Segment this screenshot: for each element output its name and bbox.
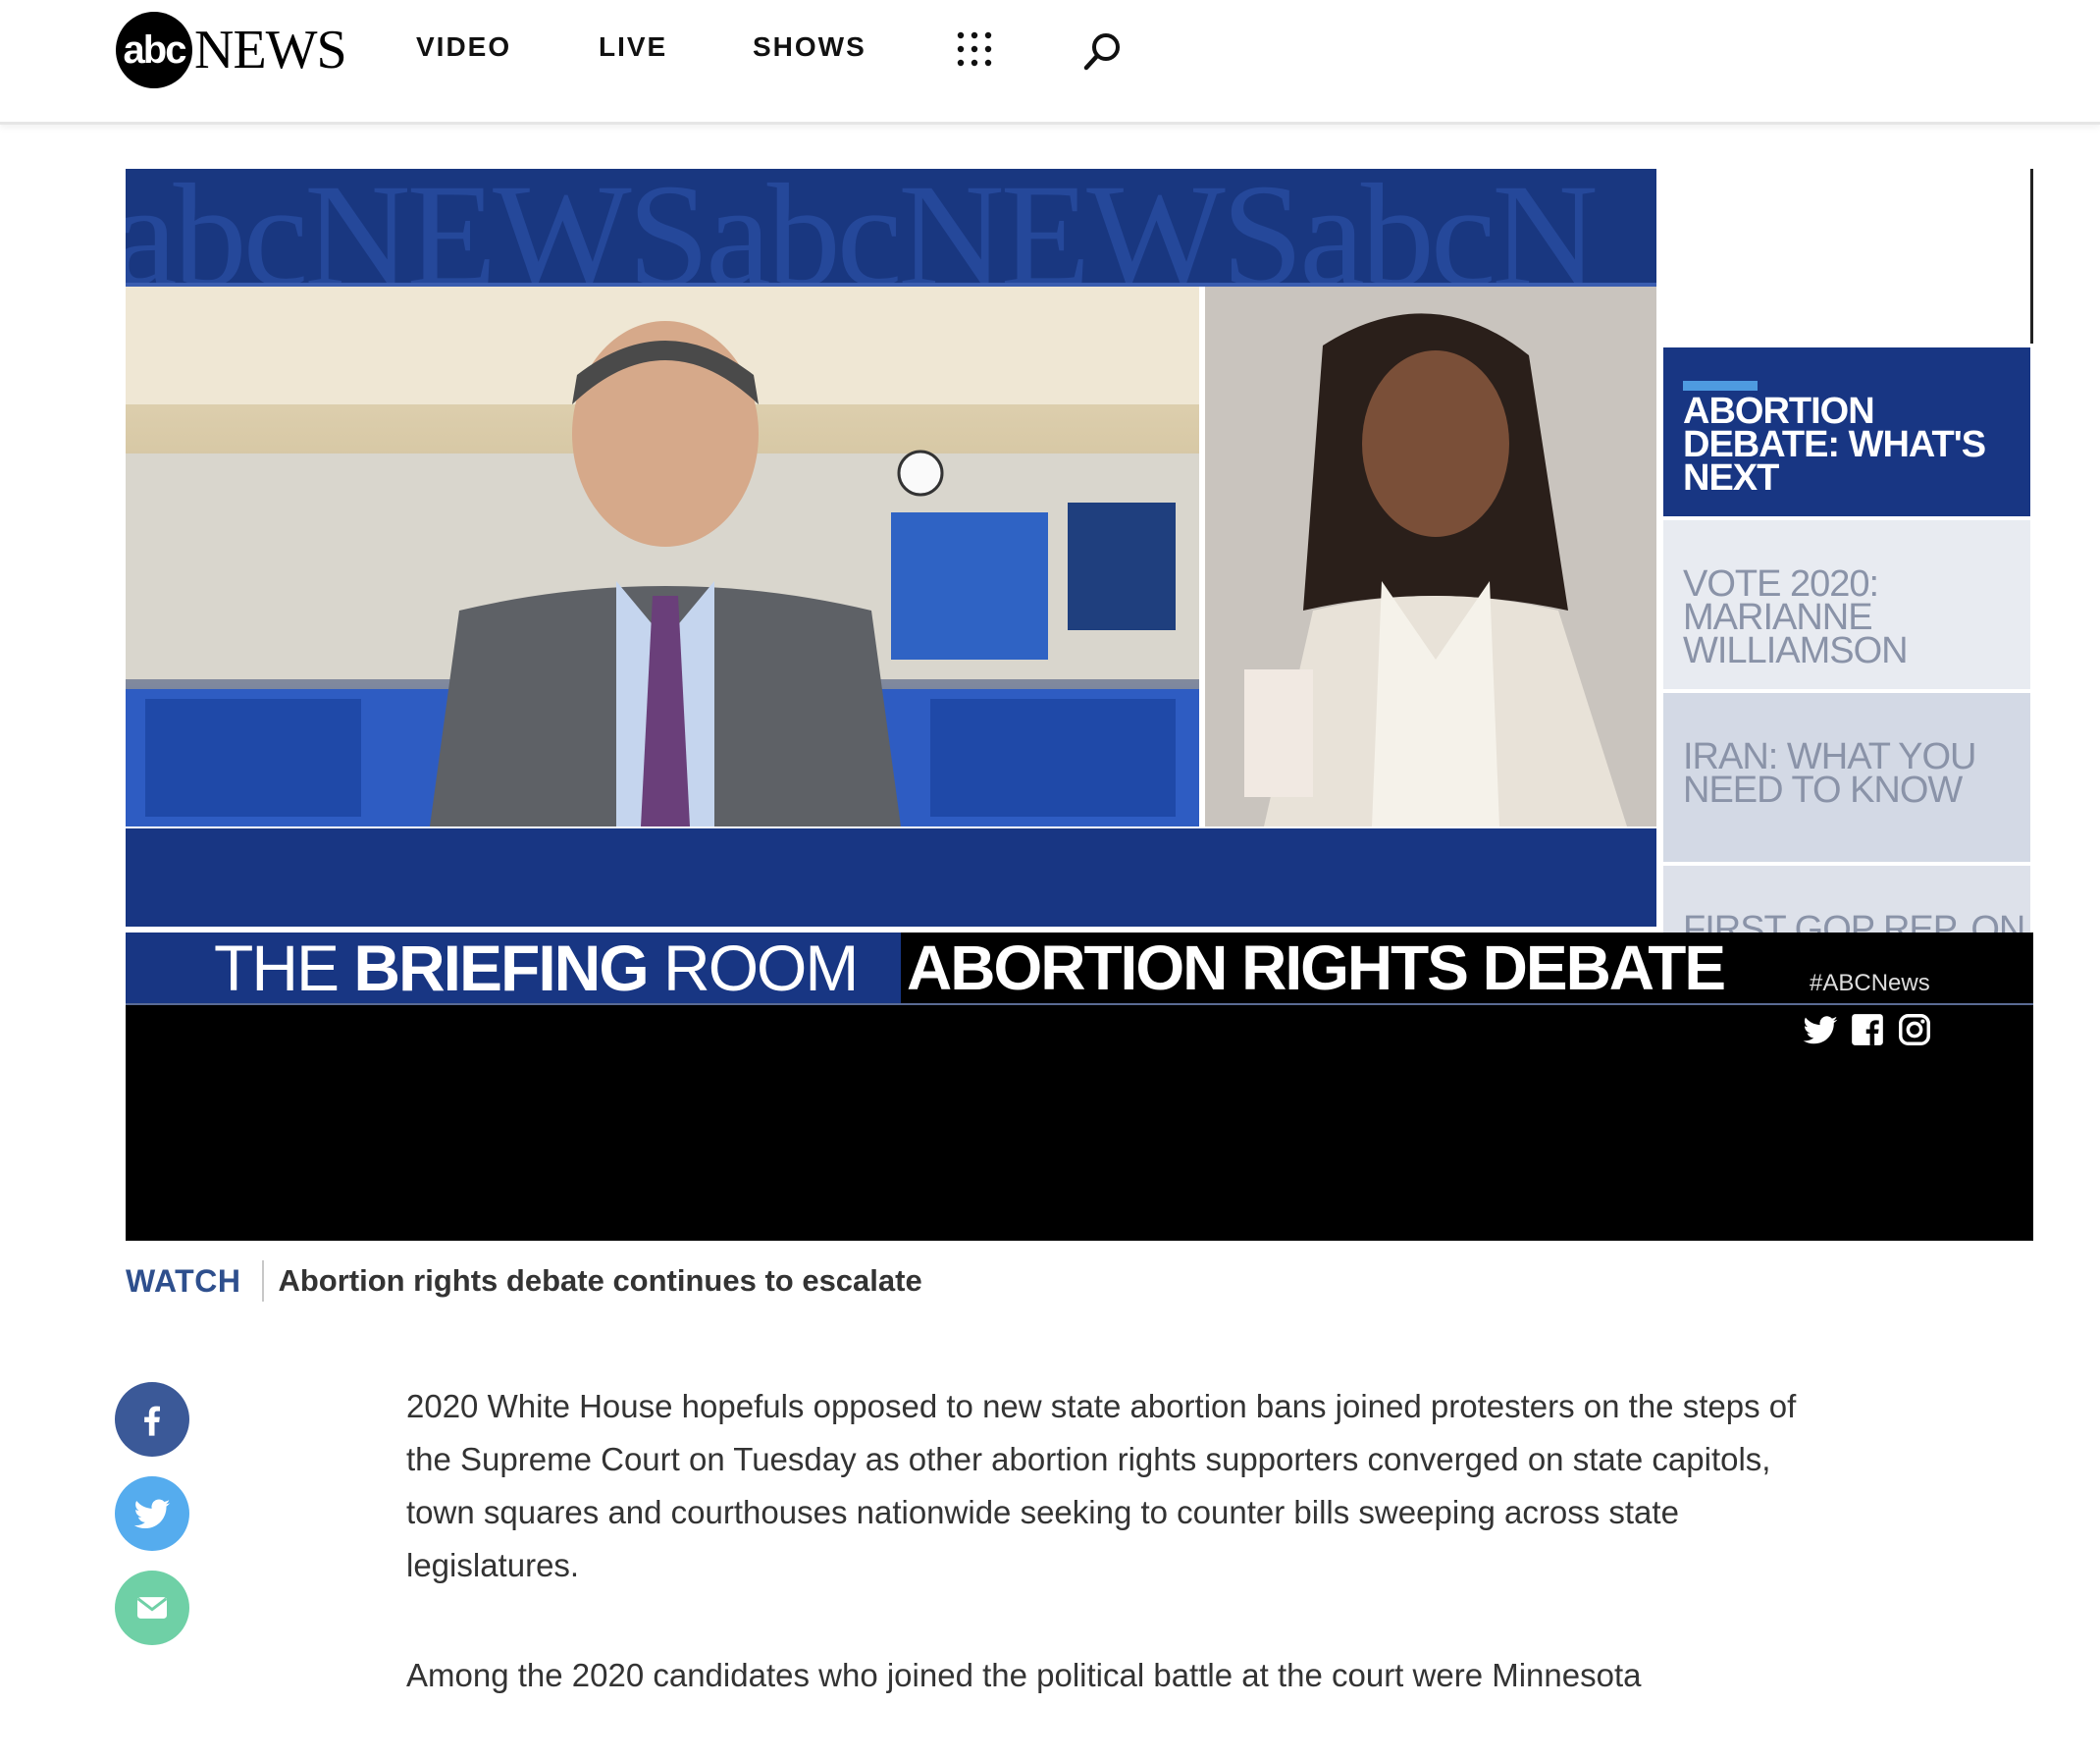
anchor-video-panel (126, 287, 1199, 826)
instagram-icon (1899, 1014, 1930, 1045)
hashtag: #ABCNews (1810, 970, 1930, 996)
playlist-item-vote-2020[interactable]: VOTE 2020: MARIANNE WILLIAMSON (1663, 516, 2030, 689)
share-twitter-button[interactable] (115, 1476, 189, 1551)
nav-shows[interactable]: SHOWS (753, 31, 866, 63)
video-bottom-bar (126, 828, 1656, 927)
article-paragraph: Among the 2020 candidates who joined the… (406, 1657, 1642, 1693)
show-name-pre: THE (214, 932, 354, 1004)
playlist-item-abortion-debate[interactable]: ABORTION DEBATE: WHAT'S NEXT (1663, 344, 2030, 516)
search-icon[interactable] (1081, 29, 1125, 73)
video-playlist: ABORTION DEBATE: WHAT'S NEXT VOTE 2020: … (1663, 344, 2030, 1035)
share-email-button[interactable] (115, 1571, 189, 1645)
video-caption: WATCH Abortion rights debate continues t… (126, 1258, 922, 1304)
watch-label[interactable]: WATCH (126, 1263, 240, 1300)
video-title[interactable]: Abortion rights debate continues to esca… (278, 1263, 921, 1299)
lower-third-rule (126, 1003, 2033, 1005)
playlist-item-iran[interactable]: IRAN: WHAT YOU NEED TO KNOW (1663, 689, 2030, 862)
share-facebook-button[interactable] (115, 1382, 189, 1457)
caption-divider (262, 1260, 265, 1302)
twitter-icon (133, 1499, 171, 1529)
nav-video[interactable]: VIDEO (416, 31, 511, 63)
show-name: THE BRIEFING ROOM (126, 933, 901, 1003)
guest-video-panel (1205, 287, 1656, 826)
abc-news-banner: abcNEWSabcNEWSabcN (126, 169, 1656, 287)
video-player[interactable]: abcNEWSabcNEWSabcN ABORTION DEBATE: WHAT… (126, 169, 2033, 1241)
grid-menu-icon[interactable] (957, 31, 992, 67)
show-name-bold: BRIEFING (353, 932, 649, 1004)
lower-third: THE BRIEFING ROOM ABORTION RIGHTS DEBATE… (126, 933, 2033, 1241)
segment-topic: ABORTION RIGHTS DEBATE (907, 933, 1726, 1003)
broadcast-social-icons (1802, 1011, 1933, 1048)
article-body: 2020 White House hopefuls opposed to new… (406, 1380, 1839, 1759)
email-icon (136, 1597, 168, 1619)
abc-logo-circle: abc (116, 12, 192, 88)
news-logo-word: NEWS (194, 20, 347, 80)
article-paragraph: 2020 White House hopefuls opposed to new… (406, 1388, 1797, 1583)
facebook-icon (1852, 1014, 1883, 1045)
guest-scene (1205, 287, 1656, 826)
twitter-icon (1803, 1016, 1838, 1044)
player-edge-divider (2030, 169, 2033, 344)
banner-watermark: abcNEWSabcNEWSabcN (126, 169, 1599, 287)
abc-news-logo[interactable]: abc NEWS (116, 12, 347, 88)
site-header: abc NEWS VIDEO LIVE SHOWS (0, 0, 2100, 125)
facebook-icon (144, 1406, 160, 1436)
newsroom-scene (126, 287, 1199, 826)
nav-live[interactable]: LIVE (599, 31, 667, 63)
show-name-post: ROOM (647, 932, 859, 1004)
